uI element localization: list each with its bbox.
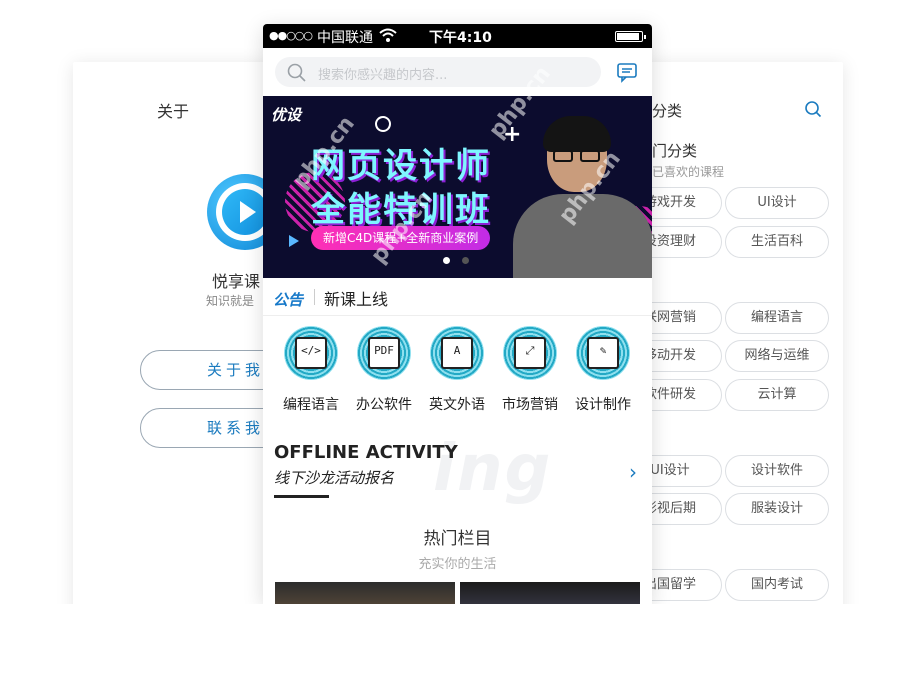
- carousel-dots[interactable]: [443, 257, 473, 265]
- category-label: 设计制作: [575, 397, 631, 413]
- status-bar: ●●○○○ 中国联通 下午4:10: [263, 24, 652, 48]
- app-name: 悦享课: [212, 272, 261, 291]
- category-item-marketing[interactable]: ⤢ 市场营销: [497, 326, 563, 414]
- search-bar[interactable]: 搜索你感兴趣的内容...: [275, 57, 601, 87]
- signal-icon: ●●○○○: [269, 29, 313, 42]
- hot-thumbnail[interactable]: [460, 582, 640, 604]
- category-label: 市场营销: [502, 397, 558, 413]
- category-tag[interactable]: 生活百科: [725, 226, 829, 258]
- play-triangle-icon: [289, 235, 299, 247]
- category-tag[interactable]: 设计软件: [725, 455, 829, 487]
- wifi-icon: [379, 28, 397, 42]
- category-tag[interactable]: 国内考试: [725, 569, 829, 601]
- about-card: [73, 62, 273, 622]
- chart-icon: ⤢: [503, 326, 557, 380]
- pen-icon: ✎: [576, 326, 630, 380]
- category-tag[interactable]: 编程语言: [725, 302, 829, 334]
- clock: 下午4:10: [429, 30, 492, 46]
- decor-circle: [375, 116, 391, 132]
- banner-brand: 优设: [271, 106, 302, 124]
- notice-tag: 公告: [273, 291, 304, 309]
- category-tag[interactable]: 网络与运维: [725, 340, 829, 372]
- battery-icon: [615, 31, 646, 42]
- notice-bar[interactable]: 公告 新课上线: [263, 278, 652, 316]
- category-item-design[interactable]: ✎ 设计制作: [570, 326, 636, 414]
- carousel-dot[interactable]: [462, 257, 469, 264]
- category-tag[interactable]: 服装设计: [725, 493, 829, 525]
- category-card-title: 分类: [652, 102, 683, 120]
- page-footer-space: [0, 604, 904, 678]
- category-label: 英文外语: [429, 397, 485, 413]
- hot-category-desc: 已喜欢的课程: [652, 165, 725, 179]
- search-icon: [287, 63, 306, 82]
- underline-bar: [274, 495, 329, 498]
- code-icon: </>: [284, 326, 338, 380]
- category-item-programming[interactable]: </> 编程语言: [278, 326, 344, 414]
- document-icon: PDF: [357, 326, 411, 380]
- hot-category-title: 门分类: [652, 142, 698, 160]
- category-item-language[interactable]: A 英文外语: [424, 326, 490, 414]
- hot-thumbnail[interactable]: [275, 582, 455, 604]
- search-input[interactable]: 搜索你感兴趣的内容...: [318, 64, 447, 83]
- message-icon[interactable]: [616, 61, 638, 83]
- search-icon[interactable]: [804, 100, 822, 118]
- offline-title-cn: 线下沙龙活动报名: [274, 469, 395, 487]
- language-icon: A: [430, 326, 484, 380]
- chevron-right-icon[interactable]: ›: [629, 460, 637, 484]
- divider: [314, 289, 315, 305]
- phone-screen: ●●○○○ 中国联通 下午4:10 搜索你感兴趣的内容... 优设 + 网页设计…: [263, 24, 652, 604]
- carousel-dot-active[interactable]: [443, 257, 450, 264]
- mockup-stage: 关于 悦享课 知识就是 关于我 联系我 分类 门分类 已喜欢的课程 游戏开发 U…: [0, 0, 904, 678]
- offline-activity-banner[interactable]: ing OFFLINE ACTIVITY 线下沙龙活动报名 ›: [263, 424, 652, 506]
- category-tag[interactable]: 云计算: [725, 379, 829, 411]
- hot-section-title: 热门栏目: [423, 529, 492, 549]
- category-label: 编程语言: [283, 397, 339, 413]
- about-card-title: 关于: [157, 102, 190, 121]
- carrier-label: 中国联通: [317, 30, 373, 46]
- notice-text[interactable]: 新课上线: [324, 286, 388, 310]
- category-label: 办公软件: [356, 397, 412, 413]
- category-tag[interactable]: UI设计: [725, 187, 829, 219]
- offline-title-en: OFFLINE ACTIVITY: [274, 442, 458, 463]
- hot-section-subtitle: 充实你的生活: [418, 557, 497, 572]
- app-slogan: 知识就是: [206, 294, 255, 308]
- category-item-office[interactable]: PDF 办公软件: [351, 326, 417, 414]
